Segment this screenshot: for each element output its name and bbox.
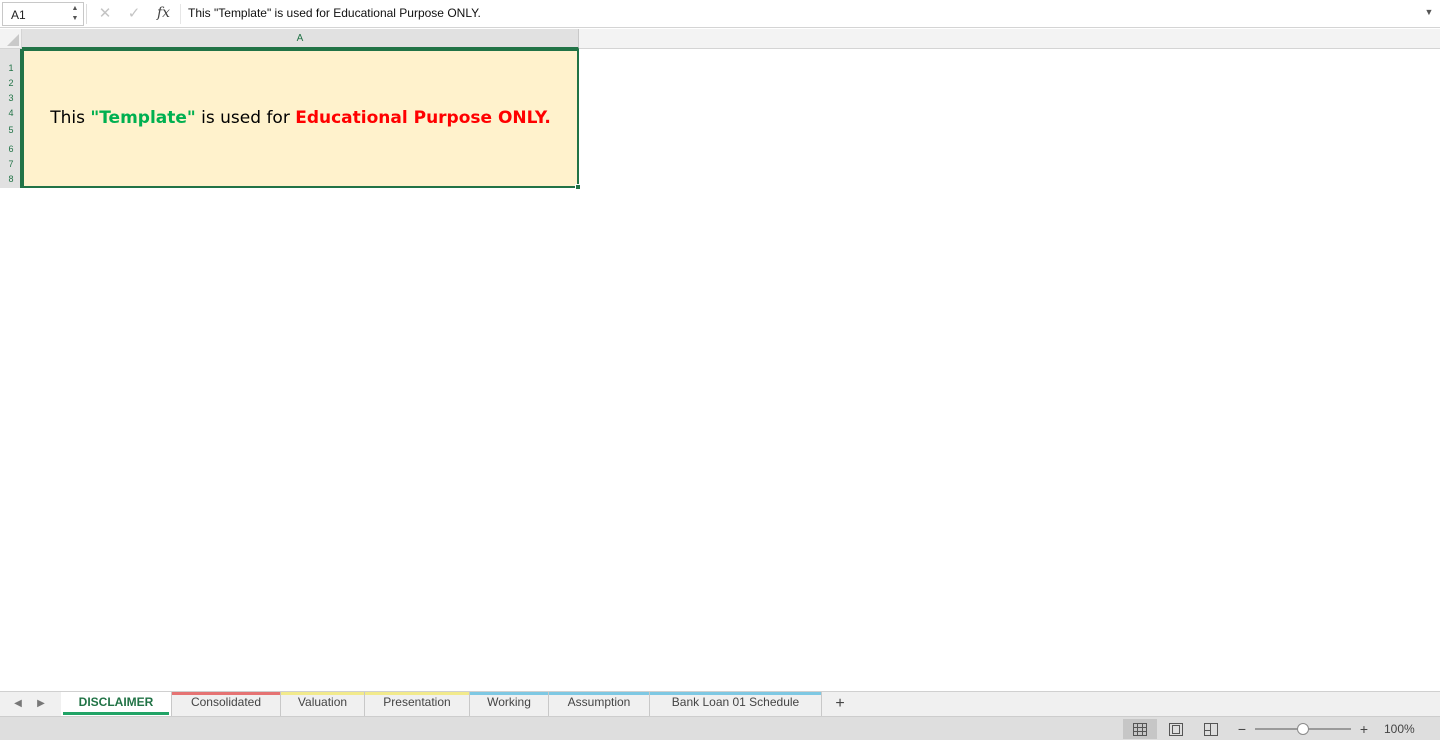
fill-handle[interactable] [575, 184, 581, 190]
page-break-icon[interactable] [1194, 719, 1228, 739]
zoom-slider-thumb[interactable] [1297, 723, 1309, 735]
zoom-out-icon[interactable]: − [1236, 719, 1248, 739]
formula-bar-divider [180, 4, 181, 24]
formula-input[interactable]: This "Template" is used for Educational … [188, 6, 481, 20]
sheet-tab-label: Assumption [567, 695, 631, 709]
row-headers: 1 2 3 4 5 6 7 8 [0, 49, 22, 188]
sheet-tabs-bar: ◀ ▶ DISCLAIMER Consolidated Valuation Pr… [0, 691, 1440, 716]
cell-a1[interactable]: This "Template" is used for Educational … [22, 49, 579, 188]
tab-color-strip [549, 692, 649, 695]
enter-icon[interactable]: ✓ [126, 4, 142, 24]
page-layout-icon[interactable] [1159, 719, 1193, 739]
sheet-tab-label: Working [487, 695, 531, 709]
sheet-tab-bank-loan-01-schedule[interactable]: Bank Loan 01 Schedule [650, 692, 822, 716]
sheet-tab-label: Bank Loan 01 Schedule [671, 695, 800, 709]
name-box-spinner-icon[interactable]: ▲ ▼ [71, 4, 79, 24]
row-header[interactable]: 3 [0, 93, 22, 103]
row-header[interactable]: 2 [0, 78, 22, 88]
spreadsheet-grid: A 1 2 3 4 5 6 7 8 This "Template" is use… [0, 29, 1440, 691]
tab-color-strip [470, 692, 548, 695]
formula-bar: A1 ▲ ▼ ✕ ✓ fx This "Template" is used for… [0, 0, 1440, 28]
sheet-tab-label: Presentation [383, 695, 451, 709]
row-header[interactable]: 7 [0, 159, 22, 169]
select-all-button[interactable] [0, 29, 22, 49]
formula-bar-divider [86, 4, 87, 24]
zoom-level[interactable]: 100% [1384, 722, 1415, 736]
name-box-value: A1 [11, 8, 26, 22]
active-tab-indicator [63, 712, 169, 715]
status-bar: − + 100% [0, 716, 1440, 740]
chevron-down-icon[interactable]: ▼ [1424, 7, 1434, 17]
sheet-tab-consolidated[interactable]: Consolidated [172, 692, 281, 716]
select-all-icon [7, 34, 19, 46]
sheet-tab-label: Valuation [297, 695, 348, 709]
sheet-tab-working[interactable]: Working [470, 692, 549, 716]
disclaimer-text: This "Template" is used for Educational … [24, 108, 577, 128]
disclaimer-template-word: "Template" [90, 108, 196, 128]
row-header[interactable]: 6 [0, 144, 22, 154]
name-box[interactable]: A1 ▲ ▼ [2, 2, 84, 26]
sheet-tab-presentation[interactable]: Presentation [365, 692, 470, 716]
row-header[interactable]: 4 [0, 108, 22, 118]
column-header-area [579, 29, 1440, 49]
insert-function-icon[interactable]: fx [157, 3, 177, 23]
scroll-tabs-left-icon[interactable]: ◀ [11, 697, 25, 711]
sheet-tab-assumption[interactable]: Assumption [549, 692, 650, 716]
row-header[interactable]: 5 [0, 125, 22, 135]
row-header[interactable]: 1 [0, 63, 22, 73]
tab-color-strip [650, 692, 821, 695]
disclaimer-text-part: is used for [195, 108, 296, 128]
sheet-tab-label: DISCLAIMER [78, 695, 154, 709]
tab-color-strip [281, 692, 364, 695]
sheet-tab-label: Consolidated [190, 695, 262, 709]
cancel-icon[interactable]: ✕ [97, 4, 113, 24]
column-header-a[interactable]: A [22, 29, 579, 49]
zoom-in-icon[interactable]: + [1358, 719, 1370, 739]
disclaimer-text-part: This [50, 108, 91, 128]
tab-color-strip [172, 692, 280, 695]
tab-color-strip [365, 692, 469, 695]
sheet-tab-disclaimer[interactable]: DISCLAIMER [61, 692, 172, 716]
scroll-tabs-right-icon[interactable]: ▶ [34, 697, 48, 711]
sheet-tab-valuation[interactable]: Valuation [281, 692, 365, 716]
add-sheet-icon[interactable]: + [830, 695, 850, 713]
normal-view-icon[interactable] [1123, 719, 1157, 739]
row-header[interactable]: 8 [0, 174, 22, 184]
disclaimer-educational-purpose: Educational Purpose ONLY. [295, 108, 551, 128]
